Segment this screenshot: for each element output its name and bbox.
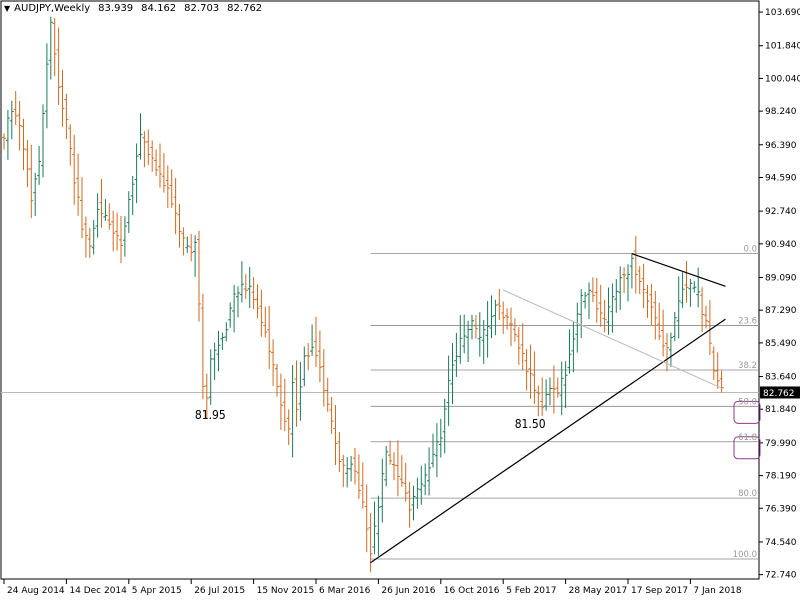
y-tick-label: 89.090 [765,273,797,283]
y-tick-label: 83.640 [765,373,797,383]
y-tick-label: 94.590 [765,173,797,183]
y-tick-label: 76.390 [765,504,797,514]
x-tick-label: 14 Dec 2014 [69,586,127,596]
fib-level-label: 50.0 [738,397,757,407]
price-annotation: 81.50 [515,417,546,431]
fib-level-label: 23.6 [738,316,757,326]
x-tick-label: 26 Jul 2015 [194,586,245,596]
y-tick-label: 92.740 [765,207,797,217]
y-tick-label: 90.940 [765,240,797,250]
fib-level-label: 80.0 [738,489,757,499]
y-tick-label: 79.990 [765,439,797,449]
y-tick-label: 81.840 [765,405,797,415]
y-tick-label: 96.390 [765,141,797,151]
y-tick-label: 103.690 [765,8,800,18]
fib-level-label: 0.0 [743,245,757,255]
y-tick-label: 87.290 [765,306,797,316]
trendline [370,318,726,564]
y-tick-label: 72.740 [765,571,797,581]
price-chart[interactable]: 103.690 101.840 100.040 98.240 96.390 94.590 9… [0,0,800,600]
y-tick-label: 74.540 [765,538,797,548]
x-tick-label: 28 May 2017 [569,586,628,596]
x-tick-label: 26 Jun 2016 [381,586,435,596]
x-tick-label: 5 Feb 2017 [506,586,556,596]
plot-frame [0,0,760,580]
fib-level-label: 38.2 [738,361,757,371]
x-tick-label: 6 Mar 2016 [319,586,371,596]
x-tick-label: 7 Jan 2018 [693,586,741,596]
x-tick-label: 5 Apr 2015 [132,586,182,596]
fib-level-label: 100.0 [733,550,757,560]
x-tick-label: 16 Oct 2016 [444,586,500,596]
fib-level-label: 61.8 [738,433,757,443]
x-tick-label: 15 Nov 2015 [257,586,315,596]
y-tick-label: 85.490 [765,339,797,349]
current-price-label: 82.762 [763,389,795,399]
x-tick-label: 17 Sep 2017 [631,586,688,596]
y-tick-label: 100.040 [765,74,800,84]
y-tick-label: 101.840 [765,42,800,52]
y-tick-label: 78.190 [765,472,797,482]
x-tick-label: 24 Aug 2014 [7,586,65,596]
y-tick-label: 98.240 [765,107,797,117]
chart-window[interactable]: ▼ AUDJPY,Weekly 83.939 84.162 82.703 82.… [0,0,800,600]
price-annotation: 81.95 [195,408,226,422]
